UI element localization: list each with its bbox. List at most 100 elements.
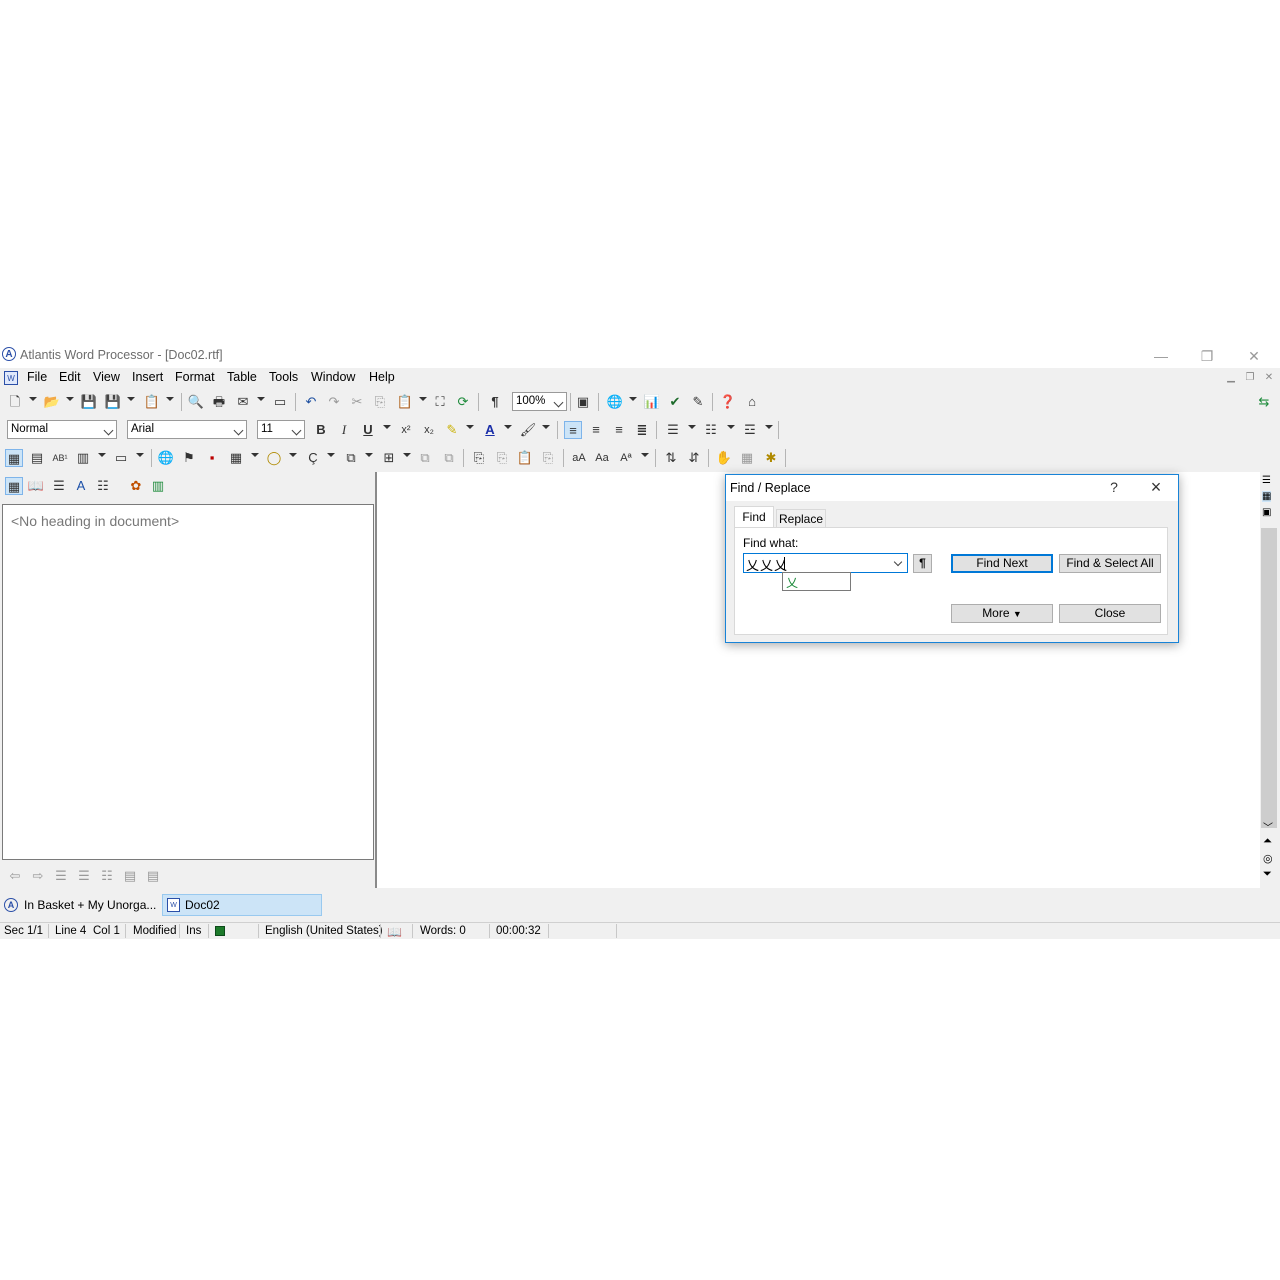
email-dropdown-icon[interactable] — [257, 397, 265, 401]
footnote-icon[interactable]: AB¹ — [51, 449, 69, 467]
previous-page-icon[interactable]: ⏶ — [1263, 835, 1272, 848]
dialog-help-button[interactable]: ? — [1104, 479, 1124, 495]
menu-table[interactable]: Table — [227, 370, 257, 384]
clear-format-icon[interactable]: ⎘ — [539, 449, 557, 467]
object-dropdown-icon[interactable] — [365, 453, 373, 457]
autocorrect-icon[interactable]: ✎ — [689, 393, 707, 411]
object-icon[interactable]: ⧉ — [342, 449, 360, 467]
print-icon[interactable]: 🖶 — [210, 393, 228, 411]
menu-help[interactable]: Help — [369, 370, 395, 384]
dialog-close-icon[interactable]: × — [1146, 477, 1166, 498]
pilcrow-icon[interactable]: ¶ — [486, 393, 504, 411]
multilevel-dropdown-icon[interactable] — [765, 425, 773, 429]
field-dropdown-icon[interactable] — [403, 453, 411, 457]
bullets-icon[interactable]: ☰ — [664, 421, 682, 439]
help-icon[interactable]: ❓ — [719, 393, 737, 411]
status-insert-mode[interactable]: Ins — [186, 925, 201, 937]
view-normal-icon[interactable]: ☰ — [1262, 475, 1271, 486]
subscript-icon[interactable]: x₂ — [420, 421, 438, 439]
document-icon[interactable]: W — [4, 371, 18, 385]
spellcheck-icon[interactable]: ✔ — [666, 393, 684, 411]
save-dropdown-icon[interactable] — [127, 397, 135, 401]
columns-dropdown-icon[interactable] — [98, 453, 106, 457]
superscript-icon[interactable]: x² — [397, 421, 415, 439]
special-characters-button[interactable]: ¶ — [913, 554, 932, 573]
style-combo[interactable]: Normal — [7, 420, 117, 439]
indent-icon[interactable]: ☷ — [98, 867, 116, 885]
find-select-all-button[interactable]: Find & Select All — [1059, 554, 1161, 573]
nav-forward-icon[interactable]: ⇨ — [29, 867, 47, 885]
macro-icon[interactable]: ✱ — [762, 449, 780, 467]
collapse-icon[interactable]: ▤ — [121, 867, 139, 885]
home-icon[interactable]: ⌂ — [743, 393, 761, 411]
underline-dropdown-icon[interactable] — [383, 425, 391, 429]
zoom-combo[interactable]: 100% — [512, 392, 567, 411]
autocomplete-item[interactable]: 乂 — [786, 574, 798, 591]
bookmark-icon[interactable]: ⚑ — [180, 449, 198, 467]
find-what-input[interactable]: 乂乂乂 — [743, 553, 908, 573]
menu-tools[interactable]: Tools — [269, 370, 298, 384]
hand-tool-icon[interactable]: ✋ — [715, 449, 733, 467]
open-dropdown-icon[interactable] — [66, 397, 74, 401]
promote-icon[interactable]: ☰ — [52, 867, 70, 885]
change-case-icon[interactable]: Aª — [617, 449, 635, 467]
vertical-scrollbar[interactable]: ☰ ▦ ▣ ︿ ﹀ ⏶ ◎ ⏷ — [1260, 472, 1278, 888]
outline-view-icon[interactable]: ☰ — [50, 477, 68, 495]
status-language[interactable]: English (United States) — [265, 925, 383, 937]
header-footer-icon[interactable]: ▤ — [28, 449, 46, 467]
font-color-dropdown-icon[interactable] — [504, 425, 512, 429]
export-icon[interactable]: ▭ — [271, 393, 289, 411]
close-window-button[interactable]: ✕ — [1239, 346, 1269, 366]
shape-icon[interactable]: ◯ — [265, 449, 283, 467]
undo-icon[interactable]: ↶ — [302, 393, 320, 411]
web-dropdown-icon[interactable] — [629, 397, 637, 401]
menu-view[interactable]: View — [93, 370, 120, 384]
field-icon[interactable]: ⊞ — [380, 449, 398, 467]
format-painter-dropdown-icon[interactable] — [542, 425, 550, 429]
redo-icon[interactable]: ↷ — [325, 393, 343, 411]
justify-icon[interactable]: ≣ — [633, 421, 651, 439]
scroll-down-icon[interactable]: ﹀ — [1263, 819, 1273, 834]
scrollbar-thumb[interactable] — [1261, 528, 1277, 828]
view-page-icon[interactable]: ▦ — [1262, 491, 1272, 502]
bullets-dropdown-icon[interactable] — [688, 425, 696, 429]
new-document-icon[interactable]: 🗋 — [6, 393, 24, 411]
copy-icon[interactable]: ⎘ — [371, 393, 389, 411]
sort-descending-icon[interactable]: ⇵ — [685, 449, 703, 467]
tab-in-basket[interactable]: A In Basket + My Unorga... — [4, 894, 160, 916]
numbering-dropdown-icon[interactable] — [727, 425, 735, 429]
font-combo[interactable]: Arial — [127, 420, 247, 439]
expand-icon[interactable]: ▤ — [144, 867, 162, 885]
web-icon[interactable]: 🌐 — [606, 393, 624, 411]
view-outline-icon[interactable]: ▣ — [1262, 507, 1271, 518]
table-insert-icon[interactable]: ▦ — [227, 449, 245, 467]
italic-icon[interactable]: I — [335, 421, 353, 439]
tab-doc02[interactable]: W Doc02 — [162, 894, 322, 916]
headings-view-icon[interactable]: ▦ — [5, 477, 23, 495]
font-size-combo[interactable]: 11 — [257, 420, 305, 439]
word-count-icon[interactable]: 📊 — [643, 393, 661, 411]
paste-format-icon[interactable]: ⎘ — [493, 449, 511, 467]
menu-insert[interactable]: Insert — [132, 370, 163, 384]
tab-replace[interactable]: Replace — [776, 509, 826, 527]
save-as-icon[interactable]: 💾 — [104, 393, 122, 411]
toolbar-options-icon[interactable]: ⇆ — [1255, 393, 1273, 411]
frame-icon[interactable]: ▭ — [112, 449, 130, 467]
symbol-dropdown-icon[interactable] — [327, 453, 335, 457]
styles-view-icon[interactable]: A — [72, 477, 90, 495]
new-dropdown-icon[interactable] — [29, 397, 37, 401]
clipboard-icon[interactable]: 📋 — [516, 449, 534, 467]
multilevel-list-icon[interactable]: ☲ — [741, 421, 759, 439]
tab-find[interactable]: Find — [734, 506, 774, 528]
table-dropdown-icon[interactable] — [251, 453, 259, 457]
highlight-icon[interactable]: ✎ — [443, 421, 461, 439]
frame-dropdown-icon[interactable] — [136, 453, 144, 457]
font-color-icon[interactable]: A — [481, 421, 499, 439]
full-screen-icon[interactable]: ▣ — [574, 393, 592, 411]
lowercase-icon[interactable]: aA — [570, 449, 588, 467]
templates-icon[interactable]: 📋 — [143, 393, 161, 411]
highlight-dropdown-icon[interactable] — [466, 425, 474, 429]
hyperlink-icon[interactable]: 🌐 — [157, 449, 175, 467]
restore-button[interactable]: ❐ — [1192, 346, 1222, 366]
mdi-minimize-icon[interactable]: ▁ — [1224, 371, 1238, 385]
